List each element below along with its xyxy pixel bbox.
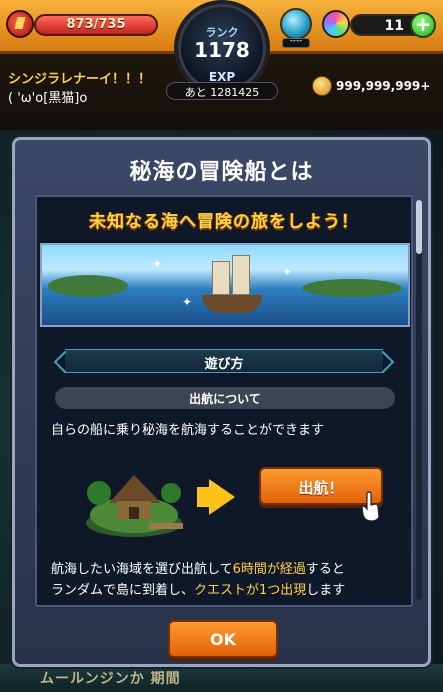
sparkle-icon: ✦ (152, 257, 163, 271)
add-gems-button[interactable]: + (410, 12, 436, 38)
desc-highlight: クエストが1つ出現 (194, 583, 307, 598)
rank-value: 1178 (194, 38, 250, 62)
voyage-banner-image: ✦ ✦ ✦ (40, 243, 410, 327)
sparkle-icon: ✦ (282, 265, 293, 279)
section-label: 出航について (189, 392, 261, 406)
ship-sail (232, 255, 250, 295)
ship-sail (212, 261, 230, 295)
exp-box: あと 1281425 (166, 82, 278, 100)
section-header: 出航について (55, 387, 395, 409)
orb-box: ---- (282, 36, 310, 48)
voyage-description-line2: ランダムで島に到着し、クエストが1つ出現します (51, 580, 411, 601)
island-shape (48, 275, 128, 297)
dialog-title: 秘海の冒険船とは (129, 160, 314, 185)
pointing-hand-icon (361, 491, 380, 521)
dialog-scrollbar[interactable] (416, 200, 422, 600)
desc-text: します (306, 583, 346, 598)
desc-highlight: 6時間が経過 (232, 562, 306, 577)
exp-remaining: あと 1281425 (184, 86, 260, 99)
gem-icon (322, 10, 350, 38)
right-arrow-icon (209, 479, 235, 515)
info-dialog: 秘海の冒険船とは 未知なる海へ冒険の旅をしよう！ ✦ ✦ ✦ 遊び方 出航につい… (12, 137, 431, 667)
username: シンジラレナーイ！！！ (8, 72, 152, 87)
background-banner-strip: ムールンジンか 期間 (0, 664, 443, 692)
stamina-max: /735 (93, 17, 126, 32)
top-header: 873/735 ランク 1178 EXP あと 1281425 ---- 11 … (0, 0, 443, 130)
sparkle-icon: ✦ (182, 295, 193, 309)
howto-header: 遊び方 (65, 349, 383, 373)
voyage-description: 航海したい海域を選び出航して6時間が経過すると ランダムで島に到着し、クエストが… (51, 559, 411, 601)
ok-button-label: OK (210, 630, 236, 649)
scroll-thumb[interactable] (416, 200, 422, 254)
howto-label: 遊び方 (204, 357, 244, 372)
stamina-current: 873 (66, 17, 94, 32)
coin-amount: 999,999,999+ (336, 79, 431, 93)
gem-count: 11 (384, 18, 404, 34)
coin-icon (312, 76, 332, 96)
gem-bar[interactable]: 11 + (350, 12, 436, 38)
ship-hull (202, 295, 262, 313)
island-hut-icon (86, 475, 183, 537)
desc-text: 航海したい海域を選び出航して (51, 562, 233, 577)
background-banner-text: ムールンジンか 期間 (40, 671, 181, 687)
ok-button[interactable]: OK (168, 620, 278, 658)
description-text: 自らの船に乗り秘海を航海することができます (51, 423, 325, 438)
orb-label: ---- (289, 36, 303, 46)
desc-text: すると (305, 562, 345, 577)
stamina-icon (6, 10, 34, 38)
voyage-description-line1: 航海したい海域を選び出航して6時間が経過すると (51, 559, 411, 580)
user-subname: ( 'ω'o[黒猫]o (8, 91, 88, 106)
dialog-content[interactable]: 未知なる海へ冒険の旅をしよう！ ✦ ✦ ✦ 遊び方 出航について 自らの船に乗り… (35, 195, 413, 607)
desc-text: ランダムで島に到着し、 (51, 583, 195, 598)
dialog-tagline: 未知なる海へ冒険の旅をしよう！ (89, 212, 359, 232)
island-shape (302, 279, 402, 297)
stamina-text: 873/735 (36, 17, 156, 32)
stamina-bar[interactable]: 873/735 (34, 14, 158, 36)
